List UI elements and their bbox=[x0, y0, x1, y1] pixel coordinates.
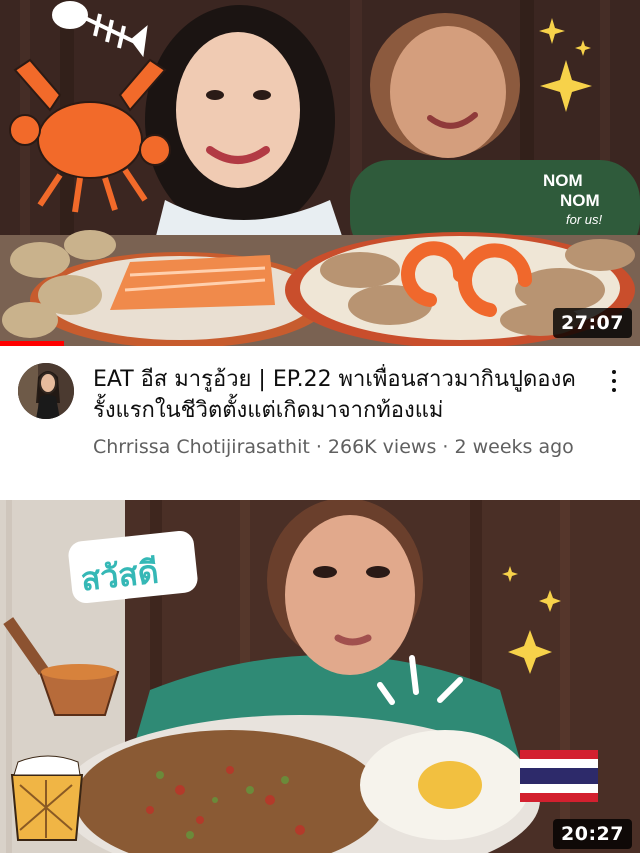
meta-separator: · bbox=[309, 436, 328, 458]
svg-text:for us!: for us! bbox=[566, 212, 603, 227]
video-thumbnail-1[interactable]: NOM NOM for us! 27:07 bbox=[0, 0, 640, 346]
video-subline: Chrrissa Chotijirasathit · 266K views · … bbox=[93, 436, 613, 458]
more-vert-icon[interactable] bbox=[602, 366, 626, 396]
svg-text:NOM: NOM bbox=[560, 191, 600, 210]
video-duration-2: 20:27 bbox=[553, 819, 632, 849]
greeting-bubble: สวัสดี bbox=[68, 530, 198, 604]
svg-text:สวัสดี: สวัสดี bbox=[79, 552, 160, 598]
thailand-flag-icon bbox=[520, 750, 598, 802]
upload-age: 2 weeks ago bbox=[454, 436, 574, 458]
view-count: 266K views bbox=[327, 436, 437, 458]
video-title[interactable]: EAT อีส มารูอ้วย | EP.22 พาเพื่อนสาวมากิ… bbox=[93, 364, 593, 426]
video-metadata-1: EAT อีส มารูอ้วย | EP.22 พาเพื่อนสาวมากิ… bbox=[0, 346, 640, 500]
dot bbox=[612, 370, 616, 374]
channel-avatar[interactable] bbox=[18, 363, 74, 419]
thumbnail-2-art: สวัสดี bbox=[0, 500, 640, 853]
dot bbox=[612, 388, 616, 392]
thumbnail-1-art: NOM NOM for us! bbox=[0, 0, 640, 346]
dot bbox=[612, 379, 616, 383]
video-thumbnail-2[interactable]: สวัสดี 20:27 bbox=[0, 500, 640, 853]
video-duration-1: 27:07 bbox=[553, 308, 632, 338]
rice-basket-doodle bbox=[10, 755, 84, 841]
svg-text:NOM: NOM bbox=[543, 171, 583, 190]
channel-name[interactable]: Chrrissa Chotijirasathit bbox=[93, 436, 310, 458]
channel-avatar-image bbox=[18, 363, 74, 419]
meta-separator: · bbox=[436, 436, 455, 458]
